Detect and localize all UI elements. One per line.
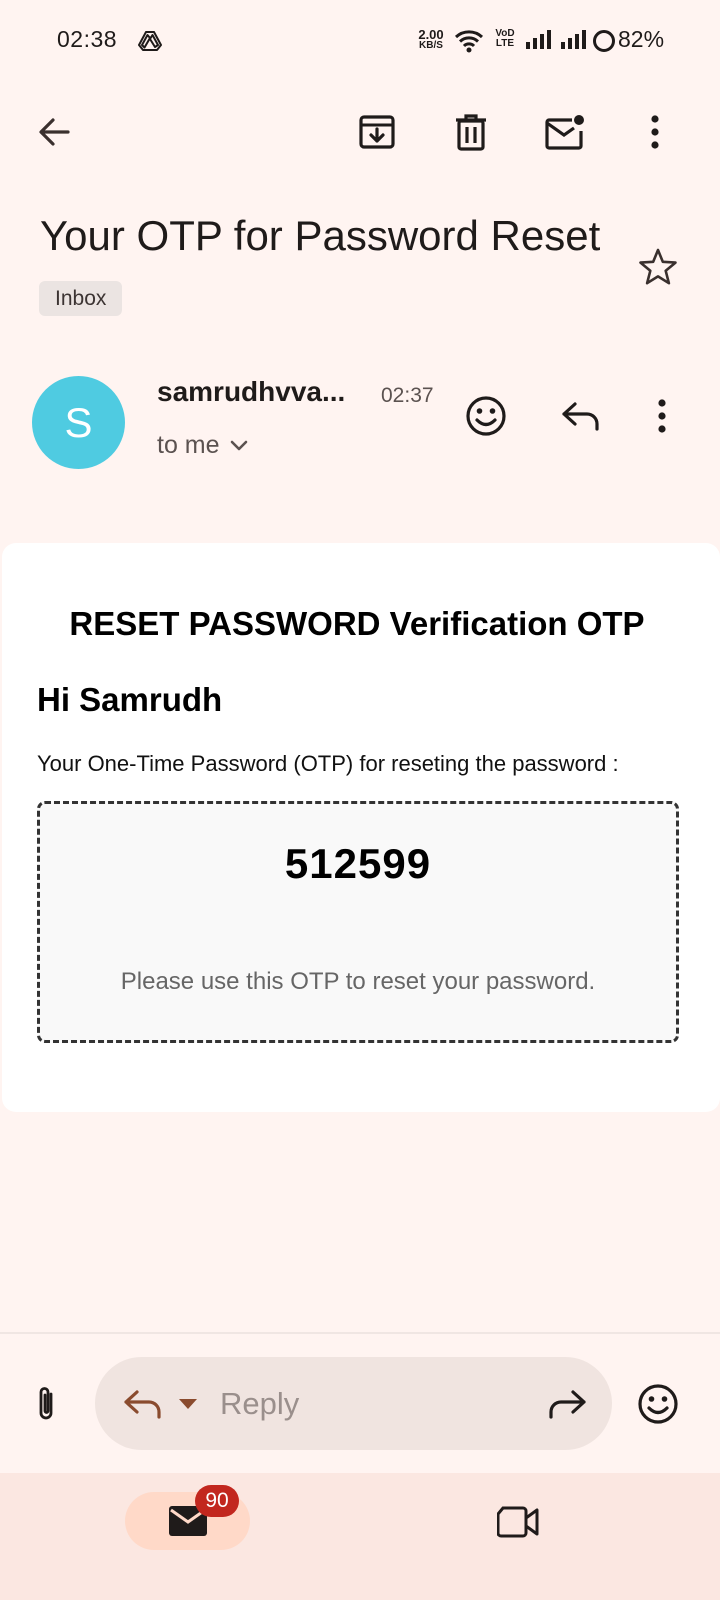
attachment-icon [39,1387,53,1420]
star-icon [639,248,677,285]
more-vert-icon [651,115,659,149]
body-greeting: Hi Samrudh [37,681,223,718]
net-speed: 2.00 KB/S [414,28,448,51]
divider [0,1332,720,1334]
reply-mode-dropdown[interactable] [170,1380,206,1428]
battery-icon [592,29,616,53]
email-subject: Your OTP for Password Reset [40,212,601,259]
delete-icon [456,114,486,151]
volte-bottom: LTE [495,38,515,49]
reply-icon [124,1390,161,1419]
attach-button[interactable] [22,1380,70,1428]
sender-name[interactable]: samrudhvva... [157,376,345,408]
email-time: 02:37 [381,384,434,407]
battery-percent: 82% [618,26,665,52]
meet-tab[interactable] [494,1498,542,1546]
otp-code[interactable]: 512599 [37,840,679,888]
archive-icon [359,115,395,149]
drive-icon [138,30,162,52]
body-title: RESET PASSWORD Verification OTP [69,605,645,642]
forward-icon [549,1390,586,1419]
label-chip[interactable]: Inbox [39,281,123,316]
unread-count-badge: 90 [195,1485,239,1517]
body-intro: Your One-Time Password (OTP) for resetin… [37,751,619,776]
reply-button[interactable] [556,392,604,440]
archive-button[interactable] [353,108,401,156]
delete-button[interactable] [447,108,495,156]
recipient-details[interactable]: to me [157,431,248,460]
recipient-label: to me [157,431,220,459]
emoji-button[interactable] [634,1380,682,1428]
mark-unread-button[interactable] [541,108,589,156]
signal-icon [560,30,586,50]
more-options-button[interactable] [631,108,679,156]
bottom-navigation [0,1473,720,1600]
reply-input[interactable]: Reply [220,1386,299,1422]
star-button[interactable] [634,243,682,291]
net-speed-unit: KB/S [419,40,443,51]
emoji-icon [466,396,506,436]
mark-unread-icon [545,115,584,150]
forward-button[interactable] [544,1380,592,1428]
status-time: 02:38 [57,26,118,52]
wifi-icon [454,28,484,54]
video-camera-icon [497,1506,539,1538]
avatar[interactable]: S [32,376,125,469]
more-vert-icon [658,399,666,433]
chevron-down-icon [230,440,247,450]
back-button[interactable] [30,108,78,156]
add-reaction-button[interactable] [462,392,510,440]
emoji-icon [638,1384,678,1424]
dropdown-arrow-icon [179,1399,197,1409]
message-more-button[interactable] [638,392,686,440]
otp-box [37,801,679,1043]
signal-icon [525,30,551,50]
volte-indicator: VoD LTE [492,29,518,49]
arrow-back-icon [39,118,70,146]
reply-mode-button[interactable] [118,1380,166,1428]
otp-note: Please use this OTP to reset your passwo… [120,968,596,995]
reply-icon [562,402,599,431]
